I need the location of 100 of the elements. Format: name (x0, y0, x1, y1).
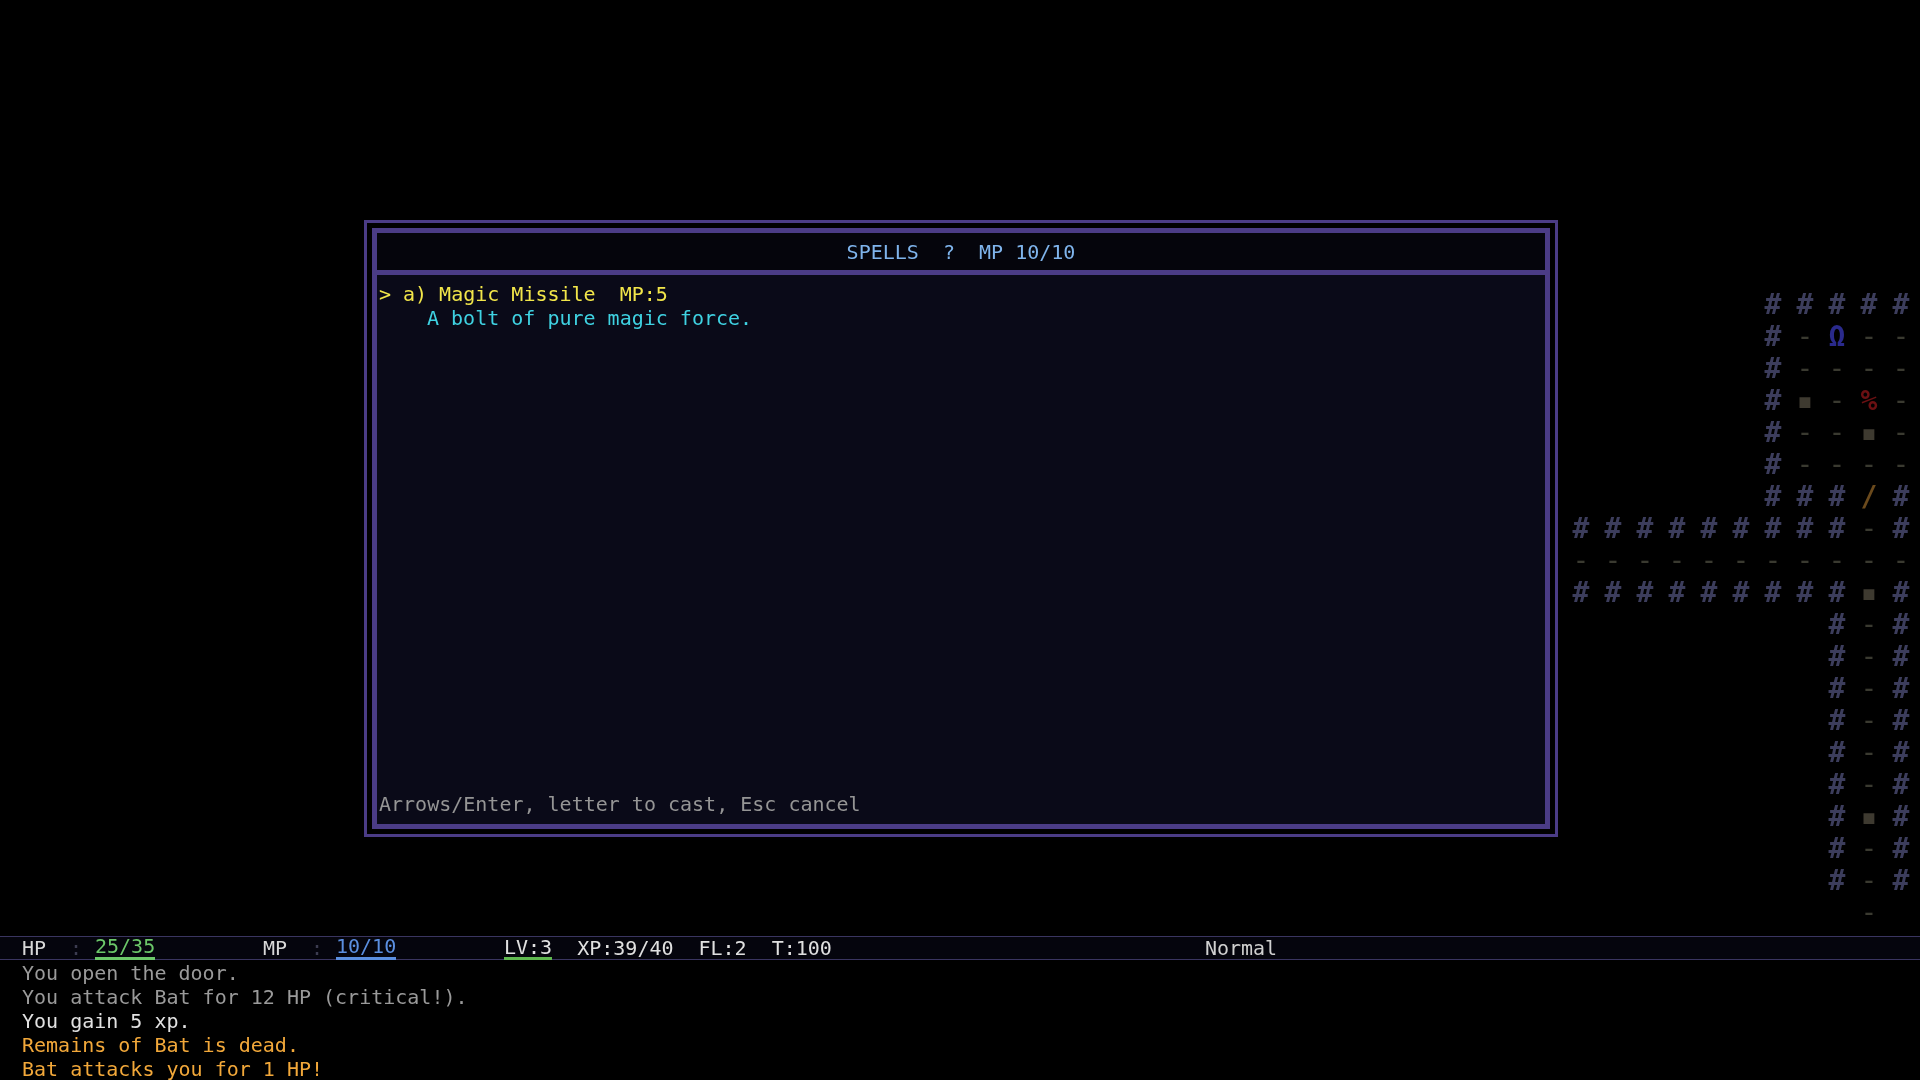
status-text: T:100 (771, 936, 832, 960)
map-glyph: # (1828, 483, 1846, 511)
map-glyph: - (1828, 355, 1846, 383)
map-glyph: # (1892, 483, 1910, 511)
map-glyph: # (1604, 579, 1622, 607)
map-glyph: % (1860, 387, 1878, 415)
map-glyph: # (1604, 515, 1622, 543)
separator: : (311, 936, 325, 960)
map-glyph: # (1892, 291, 1910, 319)
dialog-title: SPELLS ? MP 10/10 (846, 239, 1076, 264)
map-glyph: # (1892, 707, 1910, 735)
map-glyph: - (1828, 451, 1846, 479)
map-glyph: # (1764, 291, 1782, 319)
separator: : (70, 936, 84, 960)
map-glyph: # (1828, 515, 1846, 543)
map-glyph: # (1828, 675, 1846, 703)
stat-value: 10/10 (336, 936, 397, 960)
map-glyph: - (1860, 771, 1878, 799)
map-glyph: # (1764, 323, 1782, 351)
map-glyph: # (1796, 291, 1814, 319)
log-message: Remains of Bat is dead. (22, 1033, 299, 1057)
map-glyph: - (1860, 611, 1878, 639)
map-glyph: - (1860, 835, 1878, 863)
map-glyph: # (1572, 515, 1590, 543)
map-glyph: - (1796, 323, 1814, 351)
map-glyph: / (1860, 483, 1878, 511)
map-glyph: # (1764, 579, 1782, 607)
map-glyph: # (1892, 643, 1910, 671)
map-glyph: ▪ (1860, 419, 1878, 447)
map-glyph: # (1892, 739, 1910, 767)
map-glyph: - (1572, 547, 1590, 575)
stat-value: 25/35 (95, 936, 156, 960)
map-glyph: # (1860, 291, 1878, 319)
map-glyph: # (1892, 835, 1910, 863)
map-glyph: - (1636, 547, 1654, 575)
map-glyph: # (1796, 483, 1814, 511)
map-glyph: - (1764, 547, 1782, 575)
map-glyph: - (1796, 547, 1814, 575)
map-glyph: # (1700, 579, 1718, 607)
map-glyph: - (1860, 899, 1878, 927)
log-message: You attack Bat for 12 HP (critical!). (22, 985, 468, 1009)
map-glyph: - (1892, 547, 1910, 575)
map-glyph: Ω (1828, 323, 1846, 351)
map-glyph: # (1764, 355, 1782, 383)
map-glyph: # (1828, 579, 1846, 607)
log-message: You gain 5 xp. (22, 1009, 191, 1033)
map-glyph: # (1828, 707, 1846, 735)
map-glyph: # (1828, 803, 1846, 831)
map-glyph: - (1892, 451, 1910, 479)
map-glyph: # (1828, 867, 1846, 895)
map-glyph: - (1860, 323, 1878, 351)
map-glyph: - (1796, 419, 1814, 447)
map-glyph: - (1860, 515, 1878, 543)
map-glyph: ▪ (1860, 579, 1878, 607)
map-glyph: - (1700, 547, 1718, 575)
log-message: You open the door. (22, 961, 239, 985)
map-glyph: # (1572, 579, 1590, 607)
map-glyph: # (1892, 579, 1910, 607)
map-glyph: # (1828, 739, 1846, 767)
map-glyph: # (1892, 803, 1910, 831)
map-glyph: - (1860, 643, 1878, 671)
map-glyph: - (1828, 387, 1846, 415)
map-glyph: # (1828, 771, 1846, 799)
level-indicator: LV:3 (504, 936, 553, 960)
map-glyph: - (1860, 707, 1878, 735)
map-glyph: # (1828, 291, 1846, 319)
map-glyph: # (1828, 835, 1846, 863)
map-glyph: # (1732, 579, 1750, 607)
map-glyph: - (1860, 547, 1878, 575)
spell-item[interactable]: > a) Magic Missile MP:5 (379, 282, 668, 306)
map-glyph: # (1828, 611, 1846, 639)
map-glyph: - (1796, 451, 1814, 479)
map-glyph: # (1892, 675, 1910, 703)
stat-label: HP (22, 936, 48, 960)
help-text: Arrows/Enter, letter to cast, Esc cancel (379, 792, 861, 816)
map-glyph: # (1828, 643, 1846, 671)
map-glyph: # (1764, 387, 1782, 415)
map-glyph: # (1892, 611, 1910, 639)
map-glyph: - (1892, 355, 1910, 383)
map-glyph: # (1668, 515, 1686, 543)
map-glyph: # (1636, 579, 1654, 607)
map-glyph: - (1668, 547, 1686, 575)
map-glyph: ▪ (1796, 387, 1814, 415)
map-glyph: # (1892, 771, 1910, 799)
map-glyph: # (1636, 515, 1654, 543)
map-glyph: - (1796, 355, 1814, 383)
map-glyph: - (1860, 739, 1878, 767)
map-glyph: # (1796, 579, 1814, 607)
map-glyph: - (1828, 547, 1846, 575)
map-glyph: - (1828, 419, 1846, 447)
log-message: Bat attacks you for 1 HP! (22, 1057, 324, 1080)
map-glyph: - (1860, 451, 1878, 479)
map-glyph: # (1700, 515, 1718, 543)
map-glyph: - (1892, 323, 1910, 351)
map-glyph: - (1860, 675, 1878, 703)
map-glyph: - (1892, 419, 1910, 447)
map-glyph: # (1892, 515, 1910, 543)
map-glyph: ▪ (1860, 803, 1878, 831)
map-glyph: - (1604, 547, 1622, 575)
map-glyph: # (1764, 419, 1782, 447)
